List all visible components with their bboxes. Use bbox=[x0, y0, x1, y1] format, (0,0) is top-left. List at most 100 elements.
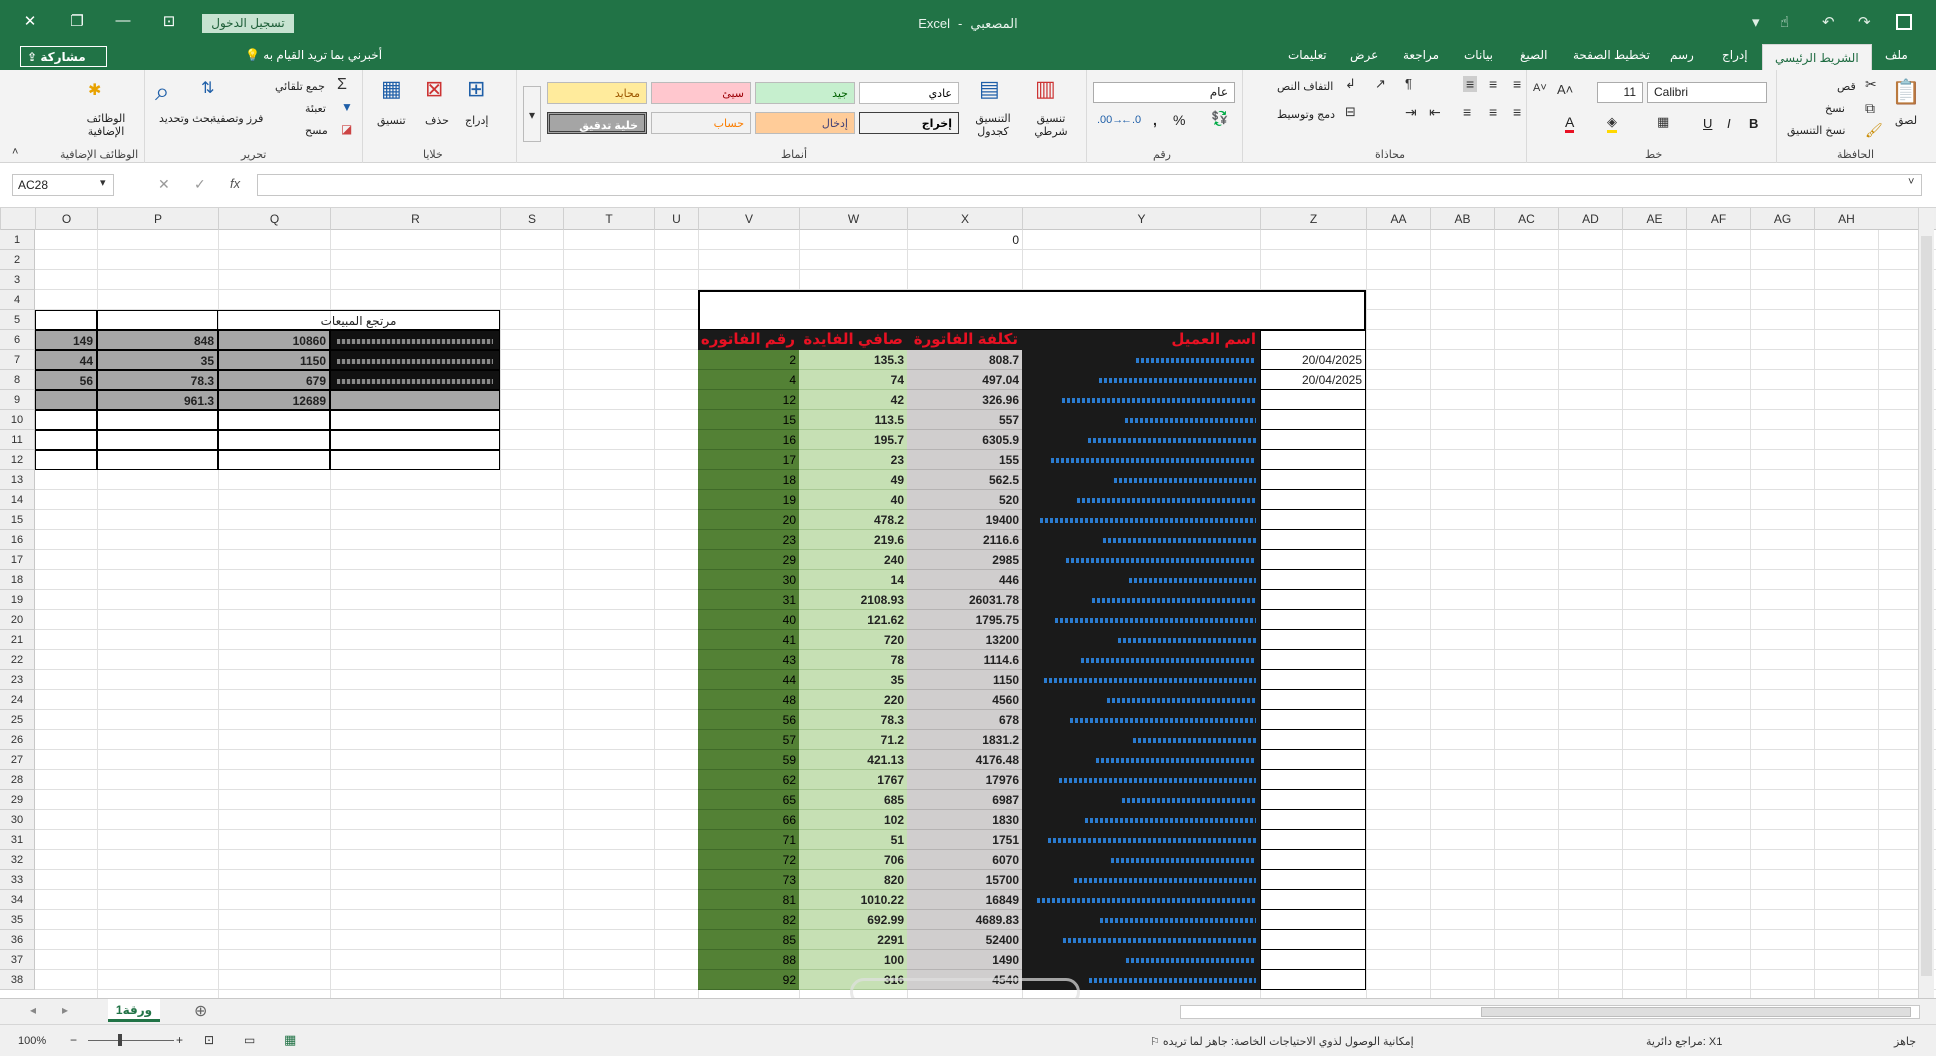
column-header-t[interactable]: T bbox=[563, 208, 654, 230]
invoice-number-cell[interactable]: 73 bbox=[698, 870, 799, 890]
row-header-18[interactable]: 18 bbox=[0, 570, 35, 590]
invoice-number-cell[interactable]: 62 bbox=[698, 770, 799, 790]
net-profit-cell[interactable]: 40 bbox=[799, 490, 907, 510]
sales-return-title[interactable]: مرتجع المبيعات bbox=[218, 310, 500, 330]
format-as-table-icon[interactable]: ▤ bbox=[979, 76, 1000, 102]
net-profit-cell[interactable]: 720 bbox=[799, 630, 907, 650]
sheet-tab[interactable]: ورقة1 bbox=[108, 999, 160, 1022]
share-button[interactable]: ⇪ مشاركة bbox=[20, 46, 107, 67]
row-header-17[interactable]: 17 bbox=[0, 550, 35, 570]
invoice-cost-cell[interactable]: 2116.6 bbox=[907, 530, 1022, 550]
tell-me-search[interactable]: 💡 أخبرني بما تريد القيام به bbox=[245, 48, 382, 62]
font-size-select[interactable]: 11 bbox=[1597, 82, 1643, 103]
date-cell[interactable] bbox=[1260, 950, 1366, 970]
left-table-cell[interactable] bbox=[35, 410, 97, 430]
date-cell[interactable] bbox=[1260, 970, 1366, 990]
addins-button[interactable]: الوظائف الإضافية bbox=[76, 112, 136, 138]
row-header-21[interactable]: 21 bbox=[0, 630, 35, 650]
find-icon[interactable]: ⌕ bbox=[155, 76, 170, 108]
tab-page-layout[interactable]: تخطيط الصفحة bbox=[1573, 48, 1650, 62]
header-invoice-number[interactable]: رقم الفاتوره bbox=[698, 330, 799, 350]
style-neutral[interactable]: محايد bbox=[547, 82, 647, 104]
net-profit-cell[interactable]: 78 bbox=[799, 650, 907, 670]
restore-button[interactable]: ❐ bbox=[62, 12, 92, 30]
net-profit-cell[interactable]: 49 bbox=[799, 470, 907, 490]
row-header-25[interactable]: 25 bbox=[0, 710, 35, 730]
sort-filter-button[interactable]: فرز وتصفية bbox=[211, 112, 263, 125]
tab-file[interactable]: ملف bbox=[1885, 48, 1908, 62]
left-table-cell[interactable] bbox=[218, 430, 330, 450]
invoice-number-cell[interactable]: 43 bbox=[698, 650, 799, 670]
row-header-13[interactable]: 13 bbox=[0, 470, 35, 490]
date-cell-z8[interactable]: 20/04/2025 bbox=[1260, 370, 1366, 390]
left-table-o[interactable]: 149 bbox=[35, 330, 97, 350]
row-header-37[interactable]: 37 bbox=[0, 950, 35, 970]
date-cell[interactable] bbox=[1260, 690, 1366, 710]
row-header-35[interactable]: 35 bbox=[0, 910, 35, 930]
vertical-scrollbar[interactable] bbox=[1918, 208, 1934, 998]
invoice-cost-cell[interactable]: 520 bbox=[907, 490, 1022, 510]
header-customer-name[interactable]: اسم العميل bbox=[1022, 330, 1260, 350]
invoice-number-cell[interactable]: 29 bbox=[698, 550, 799, 570]
left-table-p[interactable]: 78.3 bbox=[97, 370, 218, 390]
date-cell[interactable] bbox=[1260, 710, 1366, 730]
add-sheet-icon[interactable]: ⊕ bbox=[194, 1001, 207, 1021]
left-table-cell[interactable] bbox=[35, 390, 97, 410]
customer-name-cell[interactable] bbox=[1022, 950, 1260, 970]
page-break-view-icon[interactable]: ⊡ bbox=[204, 1033, 214, 1047]
invoice-number-cell[interactable]: 85 bbox=[698, 930, 799, 950]
row-header-19[interactable]: 19 bbox=[0, 590, 35, 610]
invoice-cost-cell[interactable]: 6987 bbox=[907, 790, 1022, 810]
formula-input[interactable] bbox=[257, 174, 1922, 196]
merge-center-button[interactable]: دمج وتوسيط bbox=[1277, 108, 1335, 121]
invoice-number-cell[interactable]: 2 bbox=[698, 350, 799, 370]
insert-function-icon[interactable]: fx bbox=[230, 176, 240, 191]
invoice-number-cell[interactable]: 72 bbox=[698, 850, 799, 870]
number-format-select[interactable]: عام bbox=[1093, 82, 1235, 103]
page-layout-view-icon[interactable]: ▭ bbox=[244, 1033, 255, 1047]
column-header-p[interactable]: P bbox=[97, 208, 218, 230]
customer-name-cell[interactable] bbox=[1022, 910, 1260, 930]
row-header-38[interactable]: 38 bbox=[0, 970, 35, 990]
header-invoice-cost[interactable]: تكلفة الفاتورة bbox=[907, 330, 1022, 350]
insert-button[interactable]: إدراج bbox=[465, 114, 488, 127]
invoice-cost-cell[interactable]: 16849 bbox=[907, 890, 1022, 910]
invoice-cost-cell[interactable]: 446 bbox=[907, 570, 1022, 590]
tab-insert[interactable]: إدراج bbox=[1722, 48, 1748, 62]
save-icon[interactable] bbox=[1896, 14, 1912, 30]
invoice-cost-cell[interactable]: 4560 bbox=[907, 690, 1022, 710]
invoice-cost-cell[interactable]: 678 bbox=[907, 710, 1022, 730]
net-profit-cell[interactable]: 78.3 bbox=[799, 710, 907, 730]
row-header-9[interactable]: 9 bbox=[0, 390, 35, 410]
customer-name-cell[interactable] bbox=[1022, 750, 1260, 770]
decrease-decimal-icon[interactable]: .00→ bbox=[1097, 114, 1123, 126]
percent-style-button[interactable]: % bbox=[1173, 112, 1185, 128]
left-table-cell[interactable] bbox=[35, 310, 97, 330]
row-header-24[interactable]: 24 bbox=[0, 690, 35, 710]
invoice-number-cell[interactable]: 40 bbox=[698, 610, 799, 630]
invoice-cost-cell[interactable]: 6305.9 bbox=[907, 430, 1022, 450]
left-table-cell[interactable] bbox=[35, 450, 97, 470]
increase-decimal-icon[interactable]: ←.0 bbox=[1121, 114, 1141, 126]
invoice-cost-cell[interactable]: 1831.2 bbox=[907, 730, 1022, 750]
row-header-34[interactable]: 34 bbox=[0, 890, 35, 910]
align-middle-icon[interactable]: ≡ bbox=[1489, 76, 1497, 92]
customer-name-cell[interactable] bbox=[1022, 490, 1260, 510]
enter-icon[interactable]: ✓ bbox=[194, 176, 206, 193]
row-header-11[interactable]: 11 bbox=[0, 430, 35, 450]
zoom-level[interactable]: 100% bbox=[18, 1035, 46, 1047]
net-profit-cell[interactable]: 113.5 bbox=[799, 410, 907, 430]
date-cell[interactable] bbox=[1260, 390, 1366, 410]
wrap-text-icon[interactable]: ↲ bbox=[1345, 76, 1356, 92]
date-cell[interactable] bbox=[1260, 550, 1366, 570]
style-bad[interactable]: سيئ bbox=[651, 82, 751, 104]
left-table-p[interactable]: 848 bbox=[97, 330, 218, 350]
clear-button[interactable]: مسح bbox=[305, 124, 328, 137]
invoice-number-cell[interactable]: 44 bbox=[698, 670, 799, 690]
align-left-icon[interactable]: ≡ bbox=[1463, 104, 1471, 120]
customer-name-cell[interactable] bbox=[1022, 590, 1260, 610]
net-profit-cell[interactable]: 685 bbox=[799, 790, 907, 810]
comma-style-button[interactable]: , bbox=[1153, 112, 1157, 128]
invoice-cost-cell[interactable]: 52400 bbox=[907, 930, 1022, 950]
fill-color-icon[interactable]: ◈ bbox=[1607, 114, 1617, 133]
